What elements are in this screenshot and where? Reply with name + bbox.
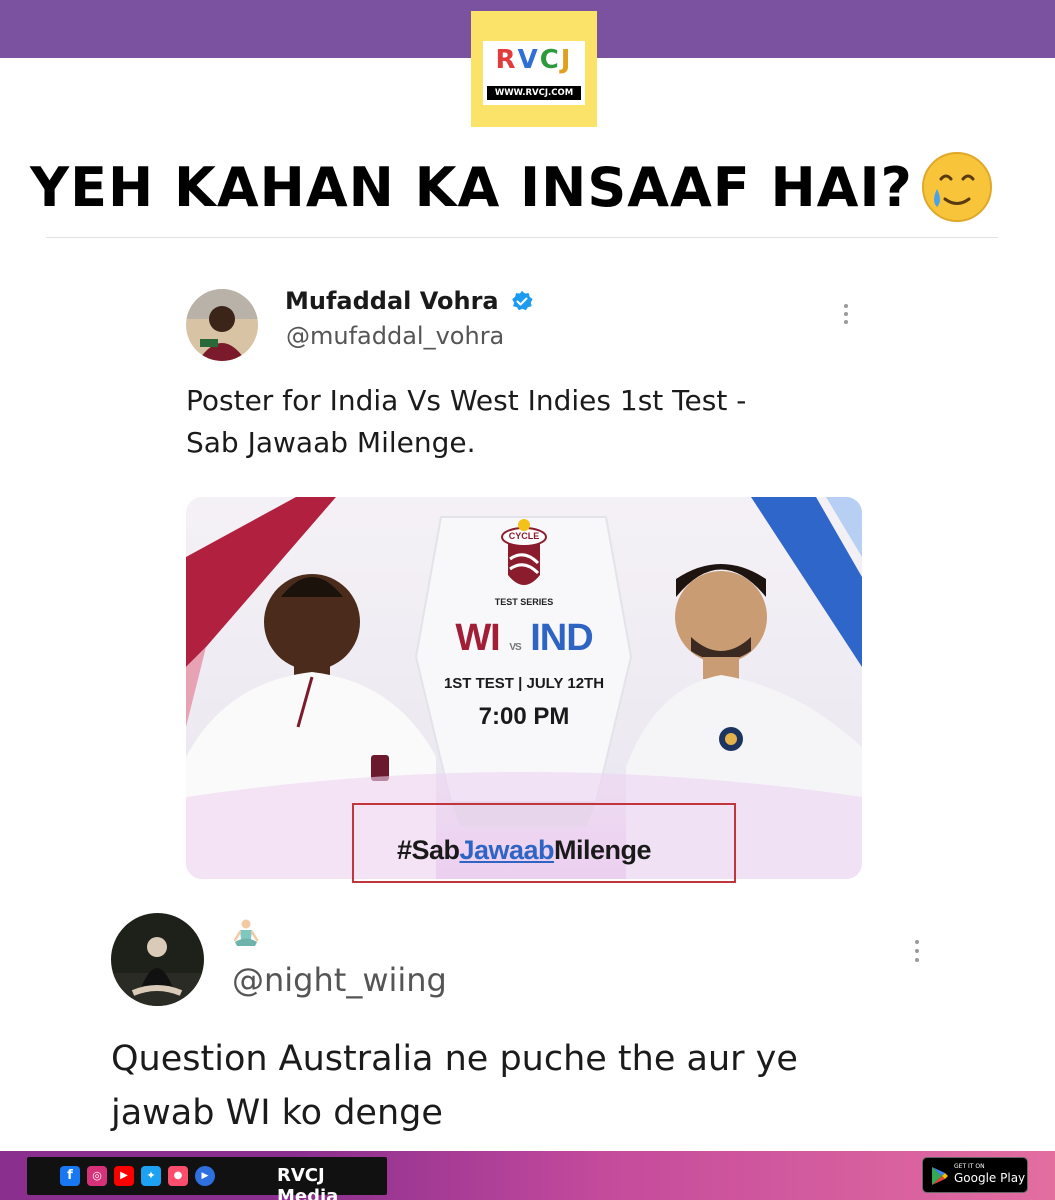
logo-letters: RVCJ [495, 45, 573, 75]
google-play-icon [931, 1166, 949, 1190]
instagram-icon[interactable]: ◎ [87, 1166, 107, 1186]
team1: WI [455, 617, 500, 659]
more-options-icon[interactable] [912, 938, 922, 968]
team2: IND [530, 617, 593, 659]
author-name[interactable]: Mufaddal Vohra [285, 287, 499, 315]
social-links: f ◎ ▶ ✦ ● ▶ RVCJ Media [27, 1157, 387, 1200]
divider [46, 237, 998, 238]
youtube-icon[interactable]: ▶ [114, 1166, 134, 1186]
moj-icon[interactable]: ● [168, 1166, 188, 1186]
tweet2-text: Question Australia ne puche the aur ye j… [111, 1032, 798, 1140]
tweet1-text-line1: Poster for India Vs West Indies 1st Test… [186, 384, 747, 417]
google-play-badge[interactable]: GET IT ON Google Play [922, 1157, 1028, 1193]
poster-match-info: 1ST TEST | JULY 12TH [443, 675, 605, 692]
poster-teams: WI VS IND [438, 617, 610, 669]
vs-label: VS [509, 642, 521, 653]
twitter-icon[interactable]: ✦ [141, 1166, 161, 1186]
tweet2-text-line1: Question Australia ne puche the aur ye [111, 1039, 798, 1079]
more-options-icon[interactable] [841, 302, 851, 332]
rvcj-logo: RVCJ WWW.RVCJ.COM [471, 11, 597, 127]
poster-logo-text: CYCLE [508, 531, 540, 541]
tweet1-name[interactable]: Mufaddal Vohra [285, 287, 533, 318]
smiling-face-with-tear-icon [919, 149, 995, 225]
tweet2-text-line2: jawab WI ko denge [111, 1093, 443, 1133]
facebook-icon[interactable]: f [60, 1166, 80, 1186]
hashtag-highlight-box [352, 803, 736, 883]
logo-panel: RVCJ WWW.RVCJ.COM [483, 41, 585, 105]
logo-url: WWW.RVCJ.COM [487, 86, 581, 100]
headline-text: YEH KAHAN KA INSAAF HAI? [30, 155, 913, 219]
store-big-text: Google Play [954, 1171, 1026, 1185]
poster-time: 7:00 PM [478, 703, 570, 730]
verified-badge-icon [511, 290, 533, 318]
tweet1-text-line2: Sab Jawaab Milenge. [186, 426, 476, 459]
person-in-lotus-position-icon [231, 918, 261, 948]
brand-name: RVCJ Media [277, 1165, 339, 1200]
avatar[interactable] [186, 289, 258, 361]
store-small-text: GET IT ON [954, 1163, 985, 1170]
poster-series: TEST SERIES [494, 597, 554, 607]
tweet1-handle[interactable]: @mufaddal_vohra [286, 322, 504, 350]
tweet2-handle[interactable]: @night_wiing [232, 961, 447, 999]
avatar[interactable] [111, 913, 204, 1006]
headline: YEH KAHAN KA INSAAF HAI? [30, 148, 1030, 226]
play-icon[interactable]: ▶ [195, 1166, 215, 1186]
tweet1-text: Poster for India Vs West Indies 1st Test… [186, 380, 746, 464]
